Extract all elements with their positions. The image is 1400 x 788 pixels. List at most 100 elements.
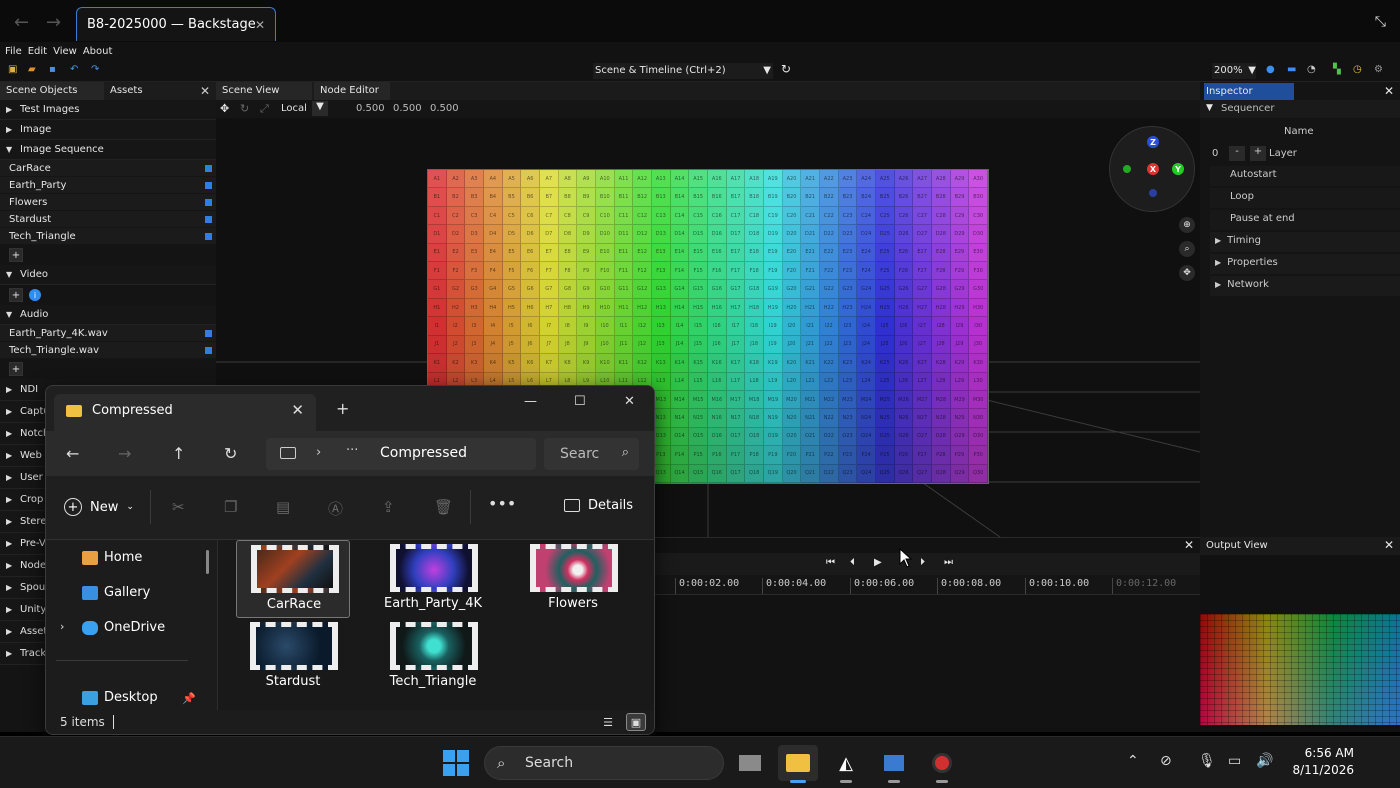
close-icon[interactable]: ✕ — [200, 84, 210, 98]
forward-icon[interactable]: → — [118, 444, 131, 463]
layer-minus-button[interactable]: - — [1229, 146, 1245, 161]
explorer-tab[interactable]: Compressed ✕ — [54, 394, 316, 431]
new-tab-button[interactable]: + — [336, 399, 349, 418]
layer-value[interactable]: 0 — [1212, 148, 1218, 159]
y-axis-handle[interactable]: Y — [1172, 163, 1184, 175]
undo-icon[interactable]: ↶ — [70, 64, 78, 75]
record-icon[interactable] — [922, 745, 962, 783]
back-icon[interactable]: ← — [14, 12, 29, 33]
network-group[interactable]: ▶ Network — [1210, 276, 1400, 296]
cut-icon[interactable]: ✂ — [172, 498, 185, 516]
speaker-icon[interactable]: 🔊 — [1256, 753, 1273, 769]
open-folder-icon[interactable]: ▰ — [28, 64, 36, 75]
skip-end-button[interactable]: ⏭ — [944, 557, 953, 568]
file-item[interactable]: CarRace — [236, 540, 350, 618]
pause-at-end-toggle[interactable]: Pause at end — [1210, 210, 1400, 230]
close-icon[interactable]: ✕ — [255, 18, 265, 32]
network-off-icon[interactable]: ⊘ — [1160, 753, 1172, 769]
step-forward-button[interactable]: ⏵ — [920, 557, 925, 568]
minimize-icon[interactable]: — — [524, 394, 537, 409]
tab-assets[interactable]: Assets — [104, 82, 149, 100]
tab-node-editor[interactable]: Node Editor — [314, 82, 390, 100]
back-icon[interactable]: ← — [66, 444, 79, 463]
file-item[interactable]: Stardust — [236, 618, 350, 696]
file-explorer-icon[interactable] — [778, 745, 818, 783]
play-button[interactable]: ▶ — [874, 557, 882, 568]
scale-z-value[interactable]: 0.500 — [430, 103, 459, 114]
taskbar-search[interactable]: ⌕ Search — [484, 746, 724, 780]
close-window-icon[interactable]: ✕ — [624, 394, 635, 409]
close-icon[interactable]: ✕ — [1384, 84, 1394, 98]
breadcrumb[interactable]: › ··· Compressed — [266, 438, 536, 470]
visible-toggle[interactable] — [205, 346, 212, 354]
nav-onedrive[interactable]: OneDrive — [82, 620, 165, 635]
up-icon[interactable]: ↑ — [172, 444, 185, 463]
visible-toggle[interactable] — [205, 164, 212, 172]
list-item[interactable]: CarRace — [0, 160, 216, 177]
network-icon[interactable]: ▚ — [1333, 64, 1341, 75]
redo-icon[interactable]: ↷ — [91, 64, 99, 75]
tab-inspector[interactable]: Inspector — [1204, 83, 1294, 100]
chevron-up-icon[interactable]: ⌃ — [1127, 753, 1139, 769]
pan-icon[interactable]: ✥ — [1179, 265, 1195, 281]
refresh-icon[interactable]: ↻ — [224, 444, 237, 463]
nav-gallery[interactable]: Gallery — [82, 585, 150, 600]
rotate-icon[interactable]: ↻ — [240, 102, 249, 115]
tiles-view-icon[interactable]: ▣ — [626, 713, 646, 731]
backstage-app-icon[interactable]: ◭ — [826, 745, 866, 783]
list-item[interactable]: Earth_Party_4K.wav — [0, 325, 216, 342]
tab-scene-objects[interactable]: Scene Objects — [0, 82, 104, 100]
section-test-images[interactable]: ▶ Test Images — [0, 100, 216, 120]
visible-toggle[interactable] — [205, 232, 212, 240]
visible-toggle[interactable] — [205, 329, 212, 337]
paste-icon[interactable]: ▤ — [276, 498, 290, 516]
share-icon[interactable]: ⇪ — [382, 498, 395, 516]
menu-view[interactable]: View — [53, 46, 77, 57]
gear-icon[interactable]: ⚙ — [1374, 64, 1383, 75]
list-item[interactable]: Tech_Triangle.wav — [0, 342, 216, 359]
list-view-icon[interactable]: ☰ — [598, 713, 618, 731]
add-button[interactable]: + — [9, 362, 23, 376]
axis-gizmo[interactable]: Z X Y — [1109, 126, 1195, 212]
scrollbar[interactable] — [206, 550, 209, 574]
neg-y-handle[interactable] — [1123, 165, 1131, 173]
file-item[interactable]: Earth_Party_4K — [376, 540, 490, 618]
autostart-toggle[interactable]: Autostart — [1210, 166, 1400, 186]
task-view-icon[interactable] — [730, 745, 770, 781]
tab-scene-view[interactable]: Scene View — [216, 82, 312, 100]
search-input[interactable]: Searc ⌕ — [544, 438, 639, 470]
close-icon[interactable]: ✕ — [291, 401, 304, 419]
list-item[interactable]: Flowers — [0, 194, 216, 211]
list-item[interactable]: Tech_Triangle — [0, 228, 216, 245]
scene-layout-select[interactable]: Scene & Timeline (Ctrl+2) ▼ — [593, 63, 773, 79]
system-clock[interactable]: 6:56 AM 8/11/2026 — [1288, 745, 1354, 779]
zoom-icon[interactable]: ⌕ — [1179, 241, 1195, 257]
maximize-icon[interactable]: ☐ — [574, 394, 586, 409]
center-icon[interactable]: ⊕ — [1179, 217, 1195, 233]
more-options-icon[interactable]: ••• — [488, 494, 516, 513]
forward-icon[interactable]: → — [46, 12, 61, 33]
add-button[interactable]: + — [9, 248, 23, 262]
details-button[interactable]: Details — [564, 498, 633, 513]
scale-x-value[interactable]: 0.500 — [356, 103, 385, 114]
start-icon[interactable] — [443, 750, 469, 776]
visible-toggle[interactable] — [205, 215, 212, 223]
nav-home[interactable]: Home — [82, 550, 142, 565]
step-back-button[interactable]: ⏴ — [850, 557, 855, 568]
close-icon[interactable]: ✕ — [1184, 538, 1194, 552]
save-icon[interactable]: ▪ — [49, 64, 56, 75]
pin-icon[interactable]: 📌 — [182, 692, 196, 705]
zoom-select[interactable]: 200% ▼ — [1212, 63, 1256, 79]
move-icon[interactable]: ✥ — [220, 102, 229, 115]
gauge-icon[interactable]: ◔ — [1307, 64, 1316, 75]
space-select[interactable]: Local — [281, 103, 307, 114]
z-axis-handle[interactable]: Z — [1147, 136, 1159, 148]
refresh-icon[interactable]: ↻ — [781, 62, 791, 76]
properties-group[interactable]: ▶ Properties — [1210, 254, 1400, 274]
chevron-down-icon[interactable]: ▼ — [312, 101, 328, 116]
section-audio[interactable]: ▼ Audio — [0, 305, 216, 325]
delete-icon[interactable]: 🗑 — [434, 498, 453, 516]
add-button[interactable]: + — [9, 288, 23, 302]
new-project-icon[interactable]: ▣ — [8, 64, 17, 75]
monitor-icon[interactable]: ▭ — [1228, 753, 1241, 769]
